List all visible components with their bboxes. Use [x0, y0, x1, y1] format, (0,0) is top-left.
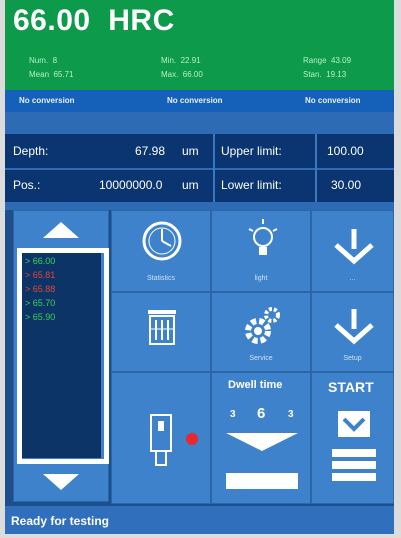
tester-screen: 66.00 HRC Num. 8 Mean 65.71 Min. 22.91 M… [5, 0, 394, 534]
service-button[interactable]: Service [211, 292, 311, 372]
setup-button[interactable]: Setup [311, 292, 394, 372]
depth-row: Depth: 67.98 um Upper limit: 100.00 [5, 134, 394, 168]
conversion-3[interactable]: No conversion [305, 96, 361, 105]
upper-limit-label: Upper limit: [221, 144, 282, 158]
usb-drive-icon [150, 414, 172, 466]
conversion-2[interactable]: No conversion [167, 96, 223, 105]
start-label: START [328, 379, 374, 395]
hardness-reading: 66.00 HRC [13, 4, 175, 38]
setup-label: Setup [343, 355, 362, 362]
service-label: Service [249, 355, 273, 362]
lightbulb-icon [248, 219, 278, 255]
download-label-1: ... [349, 275, 356, 282]
download-button-1[interactable]: ... [311, 210, 394, 292]
conversion-1[interactable]: No conversion [19, 96, 75, 105]
upper-limit-value-cell[interactable]: 100.00 [317, 134, 394, 168]
stack-down-icon [332, 411, 376, 481]
record-dot-icon [186, 433, 198, 445]
triangle-up-icon [43, 222, 79, 238]
stat-max: Max. 66.00 [161, 70, 203, 79]
upper-limit-value: 100.00 [327, 144, 364, 158]
clock-icon [142, 221, 182, 261]
reading-header: 66.00 HRC Num. 8 Mean 65.71 Min. 22.91 M… [5, 0, 394, 90]
hardness-value: 66.00 [13, 4, 91, 37]
stat-num: Num. 8 [29, 56, 58, 65]
usb-export-button[interactable] [111, 372, 211, 504]
scroll-down-button[interactable] [41, 472, 81, 497]
dwell-value-center: 6 [257, 405, 266, 422]
statistics-button[interactable]: Statistics [111, 210, 211, 292]
gears-icon [245, 307, 280, 344]
position-cell: Pos.: 10000000.0 um [5, 168, 213, 202]
start-button[interactable]: START [311, 372, 394, 504]
dwell-value-right: 3 [288, 409, 294, 420]
position-label: Pos.: [13, 178, 41, 192]
scroll-up-button[interactable] [41, 220, 81, 245]
depth-unit: um [182, 144, 199, 158]
upper-limit-label-cell: Upper limit: [215, 134, 315, 168]
stat-range: Range 43.09 [303, 56, 352, 65]
hardness-unit: HRC [108, 4, 175, 37]
status-bar: Ready for testing [5, 506, 394, 534]
stat-mean: Mean 65.71 [29, 70, 74, 79]
download-icon [334, 229, 374, 265]
stat-stan: Stan. 19.13 [303, 70, 347, 79]
light-button[interactable]: light [211, 210, 311, 292]
depth-cell: Depth: 67.98 um [5, 134, 213, 168]
trash-icon [148, 310, 176, 345]
statistics-label: Statistics [146, 275, 175, 282]
delete-button[interactable] [111, 292, 211, 372]
download-icon [334, 309, 374, 345]
dwell-slider[interactable] [226, 473, 298, 489]
dwell-value-left: 3 [230, 409, 236, 420]
spacer [5, 112, 394, 134]
dwell-time-button[interactable]: Dwell time 3 6 3 [211, 372, 311, 504]
lower-limit-value-cell[interactable]: 30.00 [317, 168, 394, 202]
dwell-time-label: Dwell time [228, 379, 283, 391]
light-label: light [254, 275, 268, 282]
position-value: 10000000.0 [99, 178, 163, 192]
position-unit: um [182, 178, 199, 192]
lower-limit-label-cell: Lower limit: [215, 168, 315, 202]
chevron-down-icon [226, 433, 298, 451]
stat-min: Min. 22.91 [161, 56, 201, 65]
position-row: Pos.: 10000000.0 um Lower limit: 30.00 [5, 168, 394, 202]
conversion-bar: No conversion No conversion No conversio… [5, 90, 394, 112]
highlight-frame [17, 248, 109, 464]
depth-value: 67.98 [135, 144, 166, 158]
lower-limit-value: 30.00 [331, 178, 362, 192]
status-text: Ready for testing [11, 514, 110, 528]
spacer [5, 202, 394, 210]
triangle-down-icon [43, 474, 79, 490]
depth-label: Depth: [13, 144, 49, 158]
lower-limit-label: Lower limit: [221, 178, 282, 192]
